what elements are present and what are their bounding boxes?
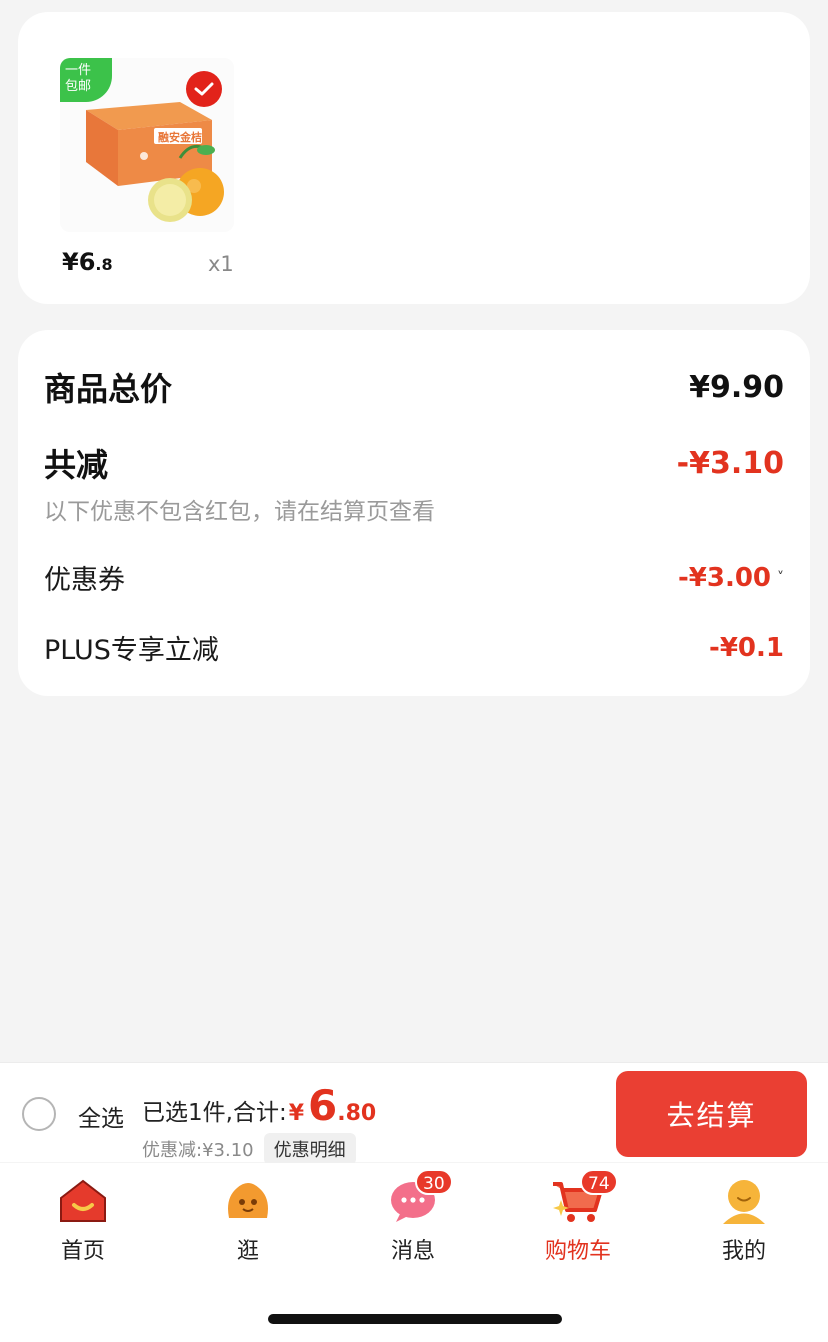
- home-icon: [60, 1179, 106, 1222]
- cart-item-card: 融安金桔 一件 包邮 ¥6.8 x1: [18, 12, 810, 304]
- tab-home[interactable]: 首页: [23, 1175, 143, 1265]
- select-all-radio[interactable]: [22, 1097, 56, 1131]
- checkout-bar: 全选 已选1件,合计: ¥ 6 .80 优惠减:¥3.10 优惠明细 去结算: [0, 1062, 828, 1165]
- free-shipping-line2: 包邮: [65, 79, 92, 94]
- checkout-button[interactable]: 去结算: [616, 1071, 807, 1157]
- total-price-row: 商品总价 ¥9.90: [44, 364, 784, 410]
- product-price-symbol: ¥: [62, 248, 79, 276]
- item-selected-check-icon[interactable]: [186, 71, 222, 107]
- discount-detail-button[interactable]: 优惠明细: [263, 1133, 356, 1165]
- tab-profile-label: 我的: [721, 1239, 766, 1264]
- tab-browse[interactable]: 逛: [188, 1175, 308, 1265]
- product-price: ¥6.8: [62, 248, 113, 276]
- tab-cart[interactable]: 74 购物车: [518, 1169, 638, 1265]
- discount-line: 优惠减:¥3.10 优惠明细: [142, 1133, 356, 1165]
- home-indicator[interactable]: [268, 1314, 562, 1324]
- coupon-value-group[interactable]: -¥3.00 ˅: [678, 563, 784, 593]
- package-label: 融安金桔: [158, 130, 202, 144]
- tab-messages[interactable]: 30 消息: [353, 1169, 473, 1265]
- coupon-value: -¥3.00: [677, 562, 771, 593]
- select-all-label[interactable]: 全选: [78, 1099, 124, 1133]
- price-summary-card: 商品总价 ¥9.90 共减 -¥3.10 以下优惠不包含红包，请在结算页查看 优…: [18, 330, 810, 696]
- discount-amount-text: 优惠减:¥3.10: [142, 1140, 254, 1161]
- product-price-dec: .8: [95, 255, 113, 274]
- selected-total: 已选1件,合计: ¥ 6 .80: [142, 1081, 376, 1130]
- selected-count-text: 已选1件,合计:: [142, 1100, 287, 1126]
- cart-badge: 74: [580, 1169, 618, 1195]
- tab-profile[interactable]: 我的: [684, 1175, 804, 1265]
- browse-icon: [228, 1183, 268, 1218]
- product-quantity: x1: [208, 252, 234, 276]
- reduction-note: 以下优惠不包含红包，请在结算页查看: [44, 499, 435, 525]
- free-shipping-line1: 一件: [65, 63, 92, 78]
- coupon-label: 优惠券: [44, 565, 125, 596]
- plus-discount-value: -¥0.1: [709, 632, 784, 663]
- plus-discount-row: PLUS专享立减 -¥0.1: [44, 628, 784, 667]
- tab-messages-label: 消息: [390, 1239, 435, 1264]
- plus-discount-label: PLUS专享立减: [44, 635, 219, 666]
- total-amount-dec: .80: [337, 1101, 377, 1126]
- total-reduction-row: 共减 -¥3.10: [44, 440, 784, 486]
- tab-cart-label: 购物车: [544, 1239, 611, 1264]
- messages-badge: 30: [415, 1169, 453, 1195]
- chevron-down-icon: ˅: [777, 569, 784, 586]
- total-price-value: ¥9.90: [689, 369, 784, 405]
- product-price-int: 6: [78, 248, 96, 276]
- tab-browse-label: 逛: [236, 1239, 259, 1264]
- tab-home-label: 首页: [60, 1239, 105, 1264]
- profile-icon: [723, 1180, 765, 1224]
- total-reduction-label: 共减: [44, 446, 109, 484]
- total-currency-symbol: ¥: [288, 1101, 305, 1126]
- coupon-row[interactable]: 优惠券 -¥3.00 ˅: [44, 558, 784, 597]
- total-price-label: 商品总价: [44, 370, 173, 408]
- total-amount-int: 6: [308, 1081, 338, 1130]
- total-reduction-value: -¥3.10: [676, 445, 784, 481]
